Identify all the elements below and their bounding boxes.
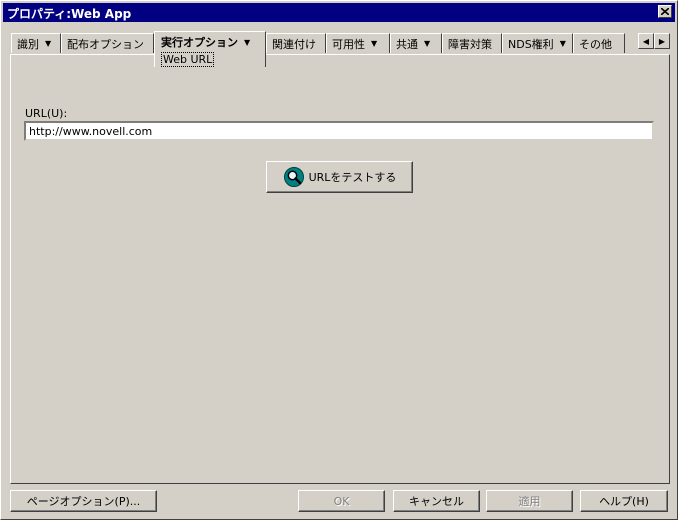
help-button[interactable]: ヘルプ(H) <box>580 490 668 512</box>
tab-content-panel: URL(U): URLをテストする <box>10 54 670 484</box>
tab-label: NDS権利 <box>508 37 554 51</box>
chevron-down-icon: ▼ <box>244 37 251 47</box>
tab-label: 識別 <box>17 37 39 51</box>
test-url-button[interactable]: URLをテストする <box>266 161 413 193</box>
arrow-right-icon: ▶ <box>658 36 666 46</box>
tab-nds-rights[interactable]: NDS権利 ▼ <box>502 33 573 53</box>
chevron-down-icon: ▼ <box>559 39 566 48</box>
tab-run-options[interactable]: 実行オプション ▼ Web URL <box>154 31 266 67</box>
test-url-label: URLをテストする <box>308 171 397 184</box>
tab-scroll-right-button[interactable]: ▶ <box>654 33 670 49</box>
tab-associations[interactable]: 関連付け <box>266 33 326 53</box>
magnifier-icon <box>283 167 304 187</box>
page-options-label: ページオプション(P)... <box>26 495 141 508</box>
tab-identification[interactable]: 識別 ▼ <box>11 33 61 53</box>
apply-button[interactable]: 適用 <box>486 490 573 512</box>
tab-label: 実行オプション <box>161 36 238 49</box>
tab-label: 共通 <box>396 37 418 51</box>
window-title: プロパティ:Web App <box>7 7 132 21</box>
tab-common[interactable]: 共通 ▼ <box>390 33 442 53</box>
tab-label: 関連付け <box>272 37 316 51</box>
chevron-down-icon: ▼ <box>424 39 431 48</box>
tab-scroll-buttons: ◀ ▶ <box>638 33 670 51</box>
close-icon <box>661 8 669 15</box>
close-button[interactable] <box>658 5 672 18</box>
arrow-left-icon: ◀ <box>642 36 650 46</box>
url-input[interactable] <box>24 121 654 141</box>
chevron-down-icon: ▼ <box>371 39 378 48</box>
ok-button[interactable]: OK <box>298 490 385 512</box>
tab-label: その他 <box>579 37 612 51</box>
chevron-down-icon: ▼ <box>45 39 52 48</box>
tab-label: 可用性 <box>332 37 365 51</box>
tab-label: 配布オプション <box>67 37 144 51</box>
tab-subpage-label[interactable]: Web URL <box>161 52 215 67</box>
title-bar[interactable]: プロパティ:Web App <box>3 3 675 22</box>
tab-label: 障害対策 <box>448 37 492 51</box>
help-label: ヘルプ(H) <box>599 495 649 508</box>
tab-availability[interactable]: 可用性 ▼ <box>326 33 390 53</box>
tab-other[interactable]: その他 <box>573 33 625 53</box>
apply-label: 適用 <box>518 495 541 508</box>
tab-fault-tolerance[interactable]: 障害対策 <box>442 33 502 53</box>
properties-dialog: プロパティ:Web App 識別 ▼ 配布オプション 実行オプション ▼ Web… <box>0 0 678 520</box>
tab-scroll-left-button[interactable]: ◀ <box>638 33 654 49</box>
ok-label: OK <box>333 494 350 508</box>
tab-distribution-options[interactable]: 配布オプション <box>61 33 154 53</box>
page-options-button[interactable]: ページオプション(P)... <box>10 490 157 512</box>
cancel-button[interactable]: キャンセル <box>393 490 480 512</box>
url-label: URL(U): <box>25 107 68 120</box>
cancel-label: キャンセル <box>409 495 464 508</box>
